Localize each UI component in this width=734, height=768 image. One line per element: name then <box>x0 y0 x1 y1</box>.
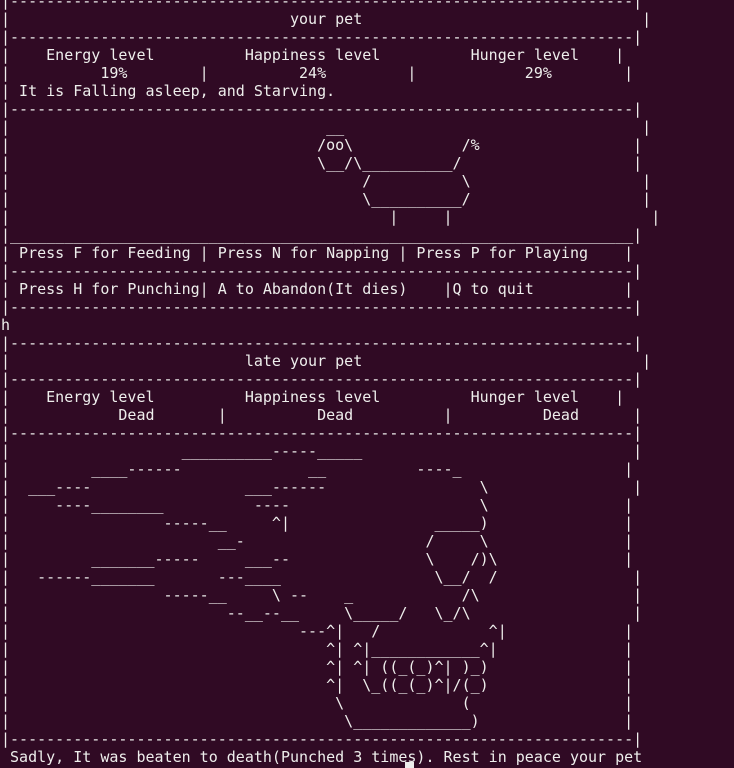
top-status-divider: |---------------------------------------… <box>1 28 643 46</box>
top-status-title: | your pet | <box>1 10 652 28</box>
skull-art-line-1: | __________-----_____ | <box>1 442 643 460</box>
top-status-border: |---------------------------------------… <box>1 0 643 10</box>
pet-art-line-3: | \__/\__________/ | <box>1 154 643 172</box>
pet-art-line-5: | \__________/ | <box>1 190 652 208</box>
bottom-stat-values: | Dead | Dead | Dead | <box>1 406 643 424</box>
pet-art-border-top: |---------------------------------------… <box>1 100 643 118</box>
bottom-status-divider: |---------------------------------------… <box>1 370 643 388</box>
top-pet-condition: | It is Falling asleep, and Starving. <box>1 82 336 100</box>
pet-art-line-2: | /oo\ /% | <box>1 136 643 154</box>
skull-art-line-2: | ____------ __ ----_ | <box>1 460 634 478</box>
skull-art-line-8: | ------_______ ---____ \__/ / | <box>1 568 643 586</box>
skull-art-line-14: | ^| \_((_(_)^|/(_) | <box>1 676 634 694</box>
terminal-window[interactable]: |---------------------------------------… <box>0 0 734 768</box>
command-menu-row-1: | Press F for Feeding | Press N for Napp… <box>1 244 634 262</box>
skull-art-line-13: | ^| ^| ((_(_)^| )_) | <box>1 658 634 676</box>
skull-art-border-top: |---------------------------------------… <box>1 424 643 442</box>
bottom-status-title: | late your pet | <box>1 352 652 370</box>
command-menu-divider: |---------------------------------------… <box>1 262 643 280</box>
bottom-status-border: |---------------------------------------… <box>1 334 643 352</box>
command-menu-border: |---------------------------------------… <box>1 298 643 316</box>
pet-art-border-bottom: |_______________________________________… <box>1 226 643 244</box>
bottom-stat-headers: | Energy level Happiness level Hunger le… <box>1 388 625 406</box>
skull-art-line-12: | ^| ^|____________^| | <box>1 640 634 658</box>
skull-art-line-4: | ----________ ---- \ | <box>1 496 634 514</box>
terminal-cursor <box>405 762 414 768</box>
pet-art-line-1: | __ | <box>1 118 652 136</box>
skull-art-line-15: | \ ( | <box>1 694 634 712</box>
skull-art-line-7: | _______----- ___-- \ /)\ | <box>1 550 634 568</box>
skull-art-line-11: | ---^| / ^| | <box>1 622 634 640</box>
skull-art-line-5: | -----__ ^| _____) | <box>1 514 634 532</box>
skull-art-line-3: | ___---- ___------ \ | <box>1 478 643 496</box>
top-stat-values: | 19% | 24% | 29% | <box>1 64 634 82</box>
terminal-output: |---------------------------------------… <box>0 0 660 766</box>
top-stat-headers: | Energy level Happiness level Hunger le… <box>1 46 625 64</box>
skull-art-line-10: | --__--__ \_____/ \_/\ | <box>1 604 643 622</box>
skull-art-line-9: | -----__ \ -- _ /\ | <box>1 586 643 604</box>
skull-art-line-6: | __- / \ | <box>1 532 634 550</box>
pet-art-line-6: | | | | <box>1 208 661 226</box>
skull-art-border-bottom: |---------------------------------------… <box>1 730 643 748</box>
user-input-echo: h <box>1 316 11 334</box>
skull-art-line-16: | \_____________) | <box>1 712 634 730</box>
command-menu-row-2: | Press H for Punching| A to Abandon(It … <box>1 280 634 298</box>
final-message: Sadly, It was beaten to death(Punched 3 … <box>1 748 643 766</box>
pet-art-line-4: | / \ | <box>1 172 652 190</box>
